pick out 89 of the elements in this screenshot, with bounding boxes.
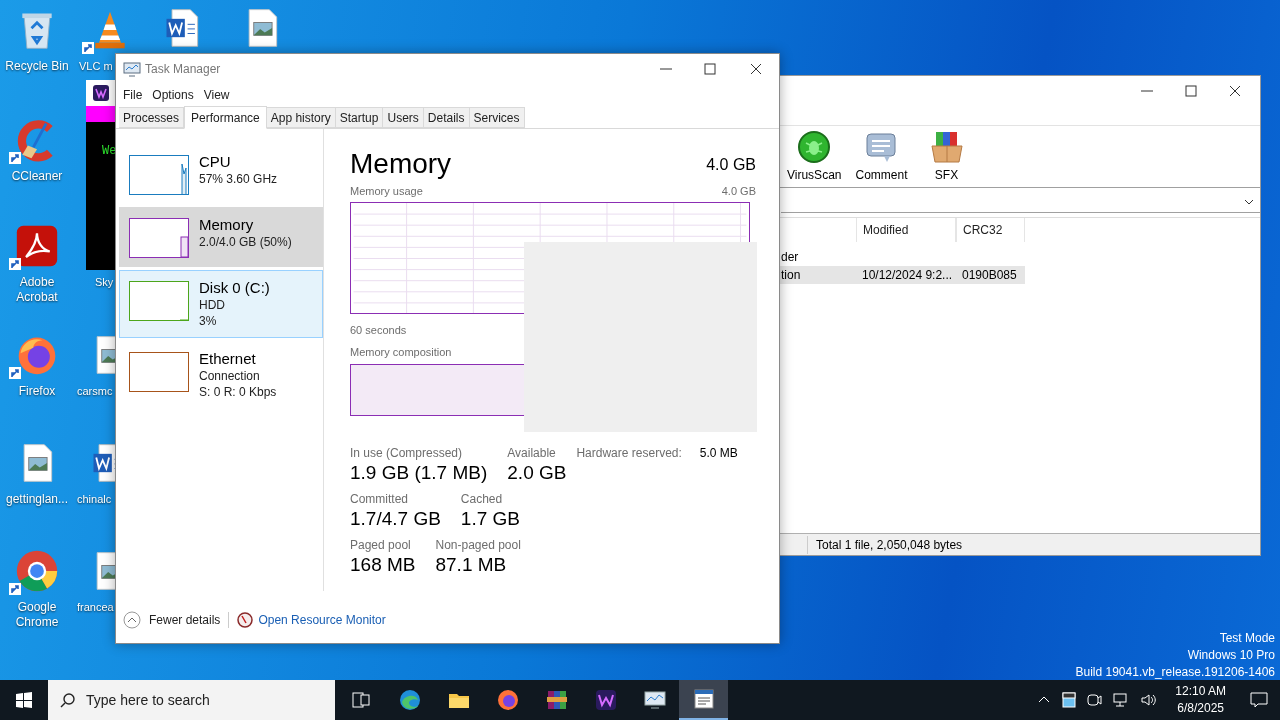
sidebar-detail: 3%	[199, 313, 218, 329]
sidebar-detail: 57% 3.60 GHz	[199, 171, 278, 187]
stat-value: 5.0 MB	[699, 445, 738, 460]
search-icon	[60, 692, 76, 708]
camera-badge-icon[interactable]	[1086, 692, 1103, 708]
menu-item[interactable]: View	[199, 85, 234, 104]
browser-wave-icon	[397, 688, 422, 712]
sidebar-title: Memory	[199, 216, 255, 234]
gauge-icon	[237, 612, 254, 628]
fox-globe-icon	[495, 688, 520, 712]
window-title: Task Manager	[145, 60, 222, 78]
shortcut-arrow-icon	[9, 367, 21, 379]
tab[interactable]: Startup	[335, 107, 384, 128]
pdf-app-icon[interactable]	[15, 224, 59, 268]
stat-label: Hardware reserved:	[576, 445, 682, 460]
column-header[interactable]: Modified	[856, 218, 956, 242]
stat-value: 1.7 GB	[460, 506, 520, 531]
bug-badge-icon	[797, 130, 832, 164]
toolbar-button[interactable]: VirusScan	[783, 126, 846, 182]
resource-monitor-link[interactable]: Open Resource Monitor	[258, 611, 386, 629]
console-text: We	[102, 143, 117, 160]
header-strip	[86, 106, 115, 122]
stat-label: Cached	[460, 491, 504, 506]
sidebar-item[interactable]: Disk 0 (C:) HDD 3%	[119, 270, 323, 338]
toolbar-button[interactable]: Comment	[851, 126, 912, 182]
sidebar-detail: S: 0 R: 0 Kbps	[199, 384, 277, 400]
shortcut-arrow-icon	[82, 42, 94, 54]
monitor-chart-icon	[123, 60, 141, 77]
chart-max: 4.0 GB	[721, 184, 756, 199]
stat-label: Non-paged pool	[435, 537, 521, 552]
chevron-up-circle-icon	[123, 611, 141, 629]
shortcut-arrow-icon	[9, 583, 21, 595]
stat-value: 1.9 GB (1.7 MB)	[350, 460, 488, 485]
tab[interactable]: App history	[266, 107, 336, 128]
tab[interactable]: Services	[469, 107, 525, 128]
clock-time[interactable]: 12:10 AM	[1175, 683, 1226, 700]
sidebar-item[interactable]: CPU 57% 3.60 GHz	[119, 144, 323, 204]
status-text: Total 1 file, 2,050,048 bytes	[807, 535, 963, 554]
stat-value: 2.0 GB	[507, 460, 567, 485]
toolbar-button[interactable]: SFX	[917, 126, 976, 182]
sidebar-item[interactable]: Ethernet Connection S: 0 R: 0 Kbps	[119, 341, 323, 409]
window-thumbnail-icon[interactable]	[1062, 692, 1077, 708]
desktop-info-text: Test Mode	[1219, 630, 1275, 647]
stat-value: 87.1 MB	[435, 552, 508, 577]
menu-item[interactable]: Options	[148, 85, 198, 104]
speech-bubble-icon	[864, 130, 899, 164]
app-logo-icon	[93, 85, 109, 101]
sidebar-title: CPU	[199, 153, 232, 171]
stat-label: Available	[507, 445, 557, 460]
notification-icon[interactable]	[1250, 691, 1268, 709]
chart-label: Memory usage	[350, 184, 423, 199]
sidebar-detail: Connection	[199, 368, 261, 384]
app-logo-icon	[593, 688, 618, 712]
browser-circle-icon[interactable]	[15, 549, 59, 593]
book-stack-icon	[544, 688, 569, 712]
taskbar-app-button[interactable]	[679, 680, 728, 720]
stat-label: Paged pool	[350, 537, 412, 552]
panel-title: Memory	[350, 149, 452, 179]
tab[interactable]: Performance	[184, 106, 267, 129]
sidebar-detail: HDD	[199, 297, 226, 313]
shortcut-arrow-icon	[9, 152, 21, 164]
box-of-books-icon	[929, 130, 964, 164]
desktop-info-text: Build 19041.vb_release.191206-1406	[1075, 664, 1275, 681]
speaker-icon[interactable]	[1140, 692, 1159, 708]
document-window-icon	[691, 687, 716, 711]
stat-value: 168 MB	[350, 552, 416, 577]
monitor-chart-icon	[642, 688, 667, 712]
tab[interactable]: Users	[383, 107, 424, 128]
search-box[interactable]: Type here to search	[48, 680, 335, 720]
chart-label: Memory composition	[350, 345, 453, 360]
stat-value: 1.7/4.7 GB	[350, 506, 441, 531]
menu-item[interactable]: File	[119, 85, 147, 104]
shortcut-arrow-icon	[9, 258, 21, 270]
sidebar-item[interactable]: Memory 2.0/4.0 GB (50%)	[119, 207, 323, 267]
search-field[interactable]: Type here to search	[86, 680, 326, 720]
clock-date[interactable]: 6/8/2025	[1177, 700, 1224, 717]
sidebar-detail: 2.0/4.0 GB (50%)	[199, 234, 292, 250]
windows-logo-icon	[16, 692, 32, 708]
sidebar-title: Ethernet	[199, 350, 257, 368]
column-header[interactable]: CRC32	[956, 218, 1025, 242]
stat-label: Committed	[350, 491, 409, 506]
total-memory: 4.0 GB	[706, 155, 756, 175]
fewer-details-button[interactable]: Fewer details	[123, 611, 221, 629]
tab[interactable]: Processes	[119, 107, 185, 128]
time-span-label: 60 seconds	[350, 322, 408, 338]
stat-label: In use (Compressed)	[350, 445, 464, 460]
tab[interactable]: Details	[423, 107, 470, 128]
desktop-info-text: Windows 10 Pro	[1187, 647, 1275, 664]
sidebar-title: Disk 0 (C:)	[199, 279, 270, 297]
